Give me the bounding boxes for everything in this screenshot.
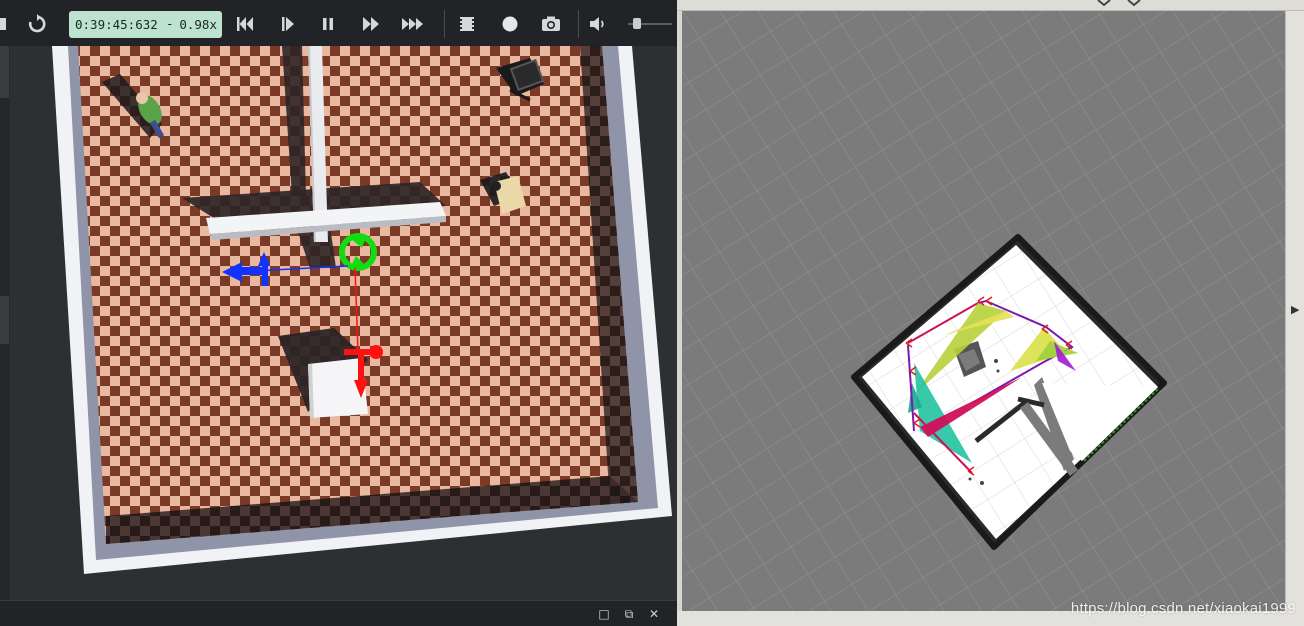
toolbar-divider [444,10,445,38]
fast-forward-icon[interactable] [358,11,384,37]
volume-knob[interactable] [633,18,642,29]
step-back-icon[interactable] [232,11,258,37]
rviz-top-bar [677,0,1304,11]
simulator-window: 0:39:45:632 - 0.98x □ ⧉ ✕ [0,0,677,626]
3d-viewport[interactable] [10,46,677,600]
simulator-status-bar: □ ⧉ ✕ [0,600,677,626]
maximize-icon[interactable]: □ [597,607,611,621]
volume-icon[interactable] [585,11,611,37]
side-panel-tab[interactable] [0,296,9,344]
toolbar-divider [578,10,579,38]
simulator-toolbar: 0:39:45:632 - 0.98x [0,0,677,46]
rviz-render-panel[interactable] [682,11,1285,611]
expand-panel-icon[interactable]: ▶ [1291,303,1299,316]
checkered-floor [78,46,638,544]
simulation-clock: 0:39:45:632 - 0.98x [69,11,222,38]
step-icon[interactable] [275,11,301,37]
rviz-window: ▶ https://blog.csdn.net/xiaokai1999 [677,0,1304,626]
screenshot-camera-icon[interactable] [538,11,564,37]
faster-forward-icon[interactable] [399,11,425,37]
watermark-text: https://blog.csdn.net/xiaokai1999 [1070,600,1296,617]
volume-slider[interactable] [628,18,672,30]
pause-icon[interactable] [315,11,341,37]
rviz-side-dock: ▶ [1285,11,1304,611]
toolbar-partial-icon[interactable] [0,11,14,37]
record-video-icon[interactable] [454,11,480,37]
side-panel-tab[interactable] [0,46,9,98]
splitter-handles[interactable] [677,0,1304,10]
restore-icon[interactable]: ⧉ [622,607,636,621]
simulation-time: 0:39:45:632 [75,17,158,32]
record-icon[interactable] [497,11,523,37]
reset-icon[interactable] [24,11,50,37]
clock-separator: - [166,16,174,31]
close-icon[interactable]: ✕ [647,607,661,621]
simulation-speed: 0.98x [179,17,217,32]
